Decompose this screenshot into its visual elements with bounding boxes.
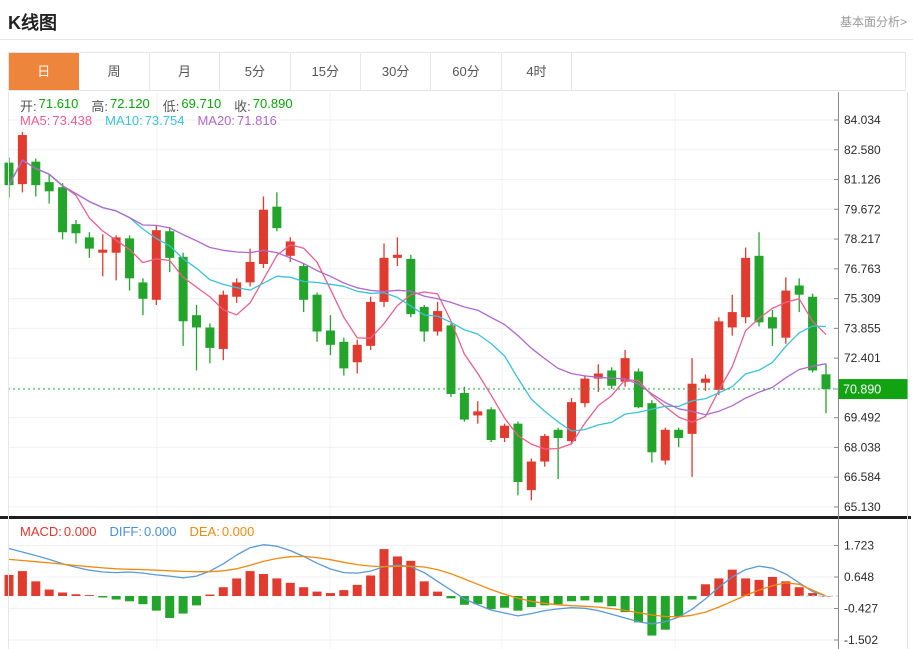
tab-interval-3[interactable]: 5分 <box>220 53 290 90</box>
ma20-line <box>9 160 826 415</box>
diff-line <box>9 545 826 624</box>
dea-line <box>9 556 826 616</box>
macd-value: 0.000 <box>64 524 97 539</box>
tab-interval-2[interactable]: 月 <box>150 53 220 90</box>
ma10-label: MA10: <box>105 113 143 128</box>
ma10-line <box>9 160 826 431</box>
svg-text:79.672: 79.672 <box>844 202 881 216</box>
ma5-label: MA5: <box>20 113 50 128</box>
svg-text:-0.427: -0.427 <box>844 602 878 616</box>
macd-readout: MACD:0.000 DIFF:0.000 DEA:0.000 <box>20 524 254 539</box>
tab-interval-6[interactable]: 60分 <box>431 53 501 90</box>
grid-lines <box>8 92 838 649</box>
svg-text:78.217: 78.217 <box>844 232 881 246</box>
interval-tabs: 日周月5分15分30分60分4时 <box>8 52 906 91</box>
svg-text:75.309: 75.309 <box>844 292 881 306</box>
ma20-value: 71.816 <box>237 113 277 128</box>
tab-interval-4[interactable]: 15分 <box>291 53 361 90</box>
macd-axis-labels: 1.723 0.648 -0.427 -1.502 <box>834 539 878 647</box>
current-price-tag: 70.890 <box>834 379 908 399</box>
fundamental-analysis-link[interactable]: 基本面分析> <box>840 13 907 30</box>
svg-text:1.723: 1.723 <box>844 539 874 553</box>
page-title: K线图 <box>8 9 57 35</box>
svg-text:70.890: 70.890 <box>843 383 881 397</box>
tab-interval-7[interactable]: 4时 <box>502 53 572 90</box>
candlestick-series <box>5 132 831 500</box>
kline-page: K线图 基本面分析> 日周月5分15分30分60分4时 84.034 82.580… <box>0 0 913 649</box>
svg-text:-1.502: -1.502 <box>844 633 878 647</box>
ma5-value: 73.438 <box>52 113 92 128</box>
panel-separator <box>0 516 911 519</box>
ma5-line <box>9 160 826 449</box>
svg-text:82.580: 82.580 <box>844 143 881 157</box>
macd-label: MACD: <box>20 524 62 539</box>
svg-text:65.130: 65.130 <box>844 500 881 514</box>
macd-histogram <box>5 549 831 635</box>
svg-text:69.492: 69.492 <box>844 411 881 425</box>
svg-text:68.038: 68.038 <box>844 440 881 454</box>
dea-label: DEA: <box>189 524 219 539</box>
svg-text:66.584: 66.584 <box>844 470 881 484</box>
svg-text:0.648: 0.648 <box>844 570 874 584</box>
svg-text:72.401: 72.401 <box>844 351 881 365</box>
tab-interval-5[interactable]: 30分 <box>361 53 431 90</box>
svg-text:84.034: 84.034 <box>844 113 881 127</box>
svg-text:81.126: 81.126 <box>844 173 881 187</box>
dea-value: 0.000 <box>222 524 255 539</box>
diff-label: DIFF: <box>109 524 142 539</box>
price-axis-labels: 84.034 82.580 81.126 79.672 78.217 76.763 75.3… <box>834 113 881 514</box>
tab-interval-0[interactable]: 日 <box>9 53 79 90</box>
diff-value: 0.000 <box>144 524 177 539</box>
ma-readout: MA5:73.438 MA10:73.754 MA20:71.816 <box>20 113 277 128</box>
ma10-value: 73.754 <box>145 113 185 128</box>
svg-text:73.855: 73.855 <box>844 321 881 335</box>
ma20-label: MA20: <box>197 113 235 128</box>
svg-text:76.763: 76.763 <box>844 262 881 276</box>
tab-interval-1[interactable]: 周 <box>79 53 149 90</box>
page-header: K线图 基本面分析> <box>0 0 913 40</box>
